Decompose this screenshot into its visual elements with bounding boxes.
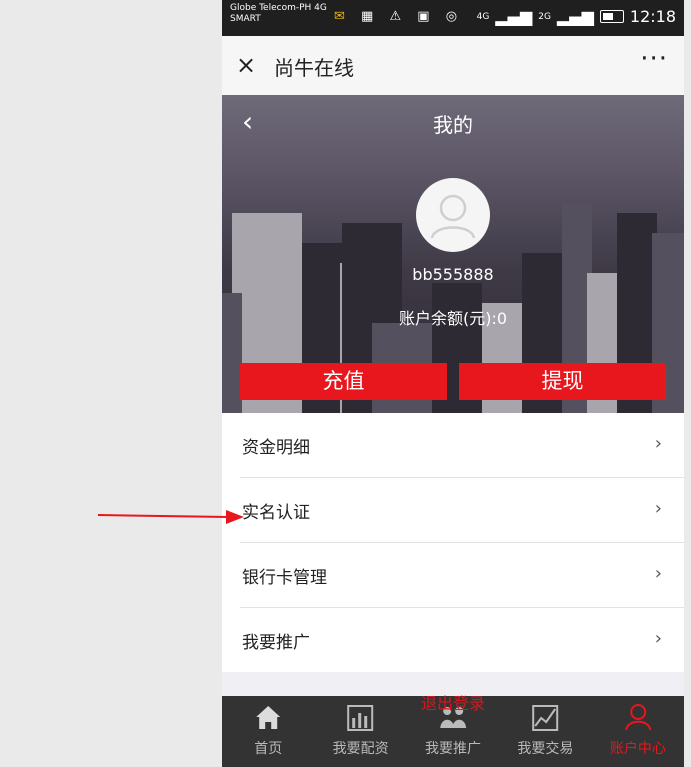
account-menu: 资金明细 › 实名认证 › 银行卡管理 › 我要推广 ›	[222, 413, 684, 672]
profile-header: ‹ 我的 bb555888 账户余额(元):0 充值 提现	[222, 95, 684, 413]
annotation-arrow-icon	[98, 510, 244, 524]
withdraw-button[interactable]: 提现	[459, 363, 666, 400]
battery-icon	[599, 10, 624, 23]
tab-label: 我要配资	[332, 741, 389, 757]
more-options-icon[interactable]: ···	[640, 44, 668, 74]
page-title: 我的	[433, 113, 473, 137]
carrier-info: Globe Telecom-PH 4G SMART	[230, 3, 327, 25]
menu-item-label: 实名认证	[242, 503, 310, 523]
username: bb555888	[412, 265, 494, 284]
menu-item-promotion[interactable]: 我要推广 ›	[240, 608, 684, 672]
status-right: 4G ▂▄▆ 2G ▂▄▆ 12:18	[477, 7, 676, 26]
network-label-1: 4G	[476, 11, 490, 22]
chevron-right-icon: ›	[654, 563, 662, 584]
logout-button[interactable]: 退出登录	[222, 690, 684, 714]
menu-item-bank-card[interactable]: 银行卡管理 ›	[240, 543, 684, 608]
chevron-right-icon: ›	[654, 498, 662, 519]
carrier-name-2: SMART	[230, 14, 261, 24]
chevron-right-icon: ›	[654, 433, 662, 454]
user-avatar-icon	[430, 194, 476, 239]
app-titlebar: × 尚牛在线 ···	[222, 36, 684, 96]
gallery-icon: ▦	[361, 9, 380, 24]
chevron-right-icon: ›	[654, 628, 662, 649]
tab-label: 首页	[254, 741, 283, 757]
status-bar: Globe Telecom-PH 4G SMART ✉ ▦ ⚠ ▣ ◎ 4G ▂…	[222, 0, 684, 36]
tab-label: 我要交易	[517, 741, 574, 757]
account-balance: 账户余额(元):0	[398, 309, 508, 328]
close-icon[interactable]: ×	[236, 50, 256, 80]
image-icon: ▣	[417, 9, 436, 24]
notification-icons: ✉ ▦ ⚠ ▣ ◎	[334, 9, 463, 24]
recharge-button[interactable]: 充值	[240, 363, 447, 400]
signal-icon: ▂▄▆	[495, 7, 533, 26]
menu-item-identity-verification[interactable]: 实名认证 ›	[240, 478, 684, 543]
clock: 12:18	[629, 7, 676, 26]
carrier-name: Globe Telecom-PH 4G	[230, 3, 327, 13]
mail-icon: ✉	[334, 9, 351, 24]
phone-screen: Globe Telecom-PH 4G SMART ✉ ▦ ⚠ ▣ ◎ 4G ▂…	[222, 0, 684, 767]
menu-item-label: 银行卡管理	[242, 568, 327, 588]
app-title: 尚牛在线	[274, 56, 354, 80]
avatar[interactable]	[416, 178, 490, 252]
warning-icon: ⚠	[389, 9, 408, 24]
tab-label: 账户中心	[609, 741, 666, 757]
sync-icon: ◎	[445, 9, 464, 24]
signal-icon-2: ▂▄▆	[556, 7, 594, 26]
menu-item-label: 资金明细	[242, 438, 310, 458]
menu-item-label: 我要推广	[242, 633, 310, 653]
menu-item-fund-details[interactable]: 资金明细 ›	[240, 413, 684, 478]
tab-label: 我要推广	[425, 741, 482, 757]
network-label-2: 2G	[538, 11, 551, 22]
